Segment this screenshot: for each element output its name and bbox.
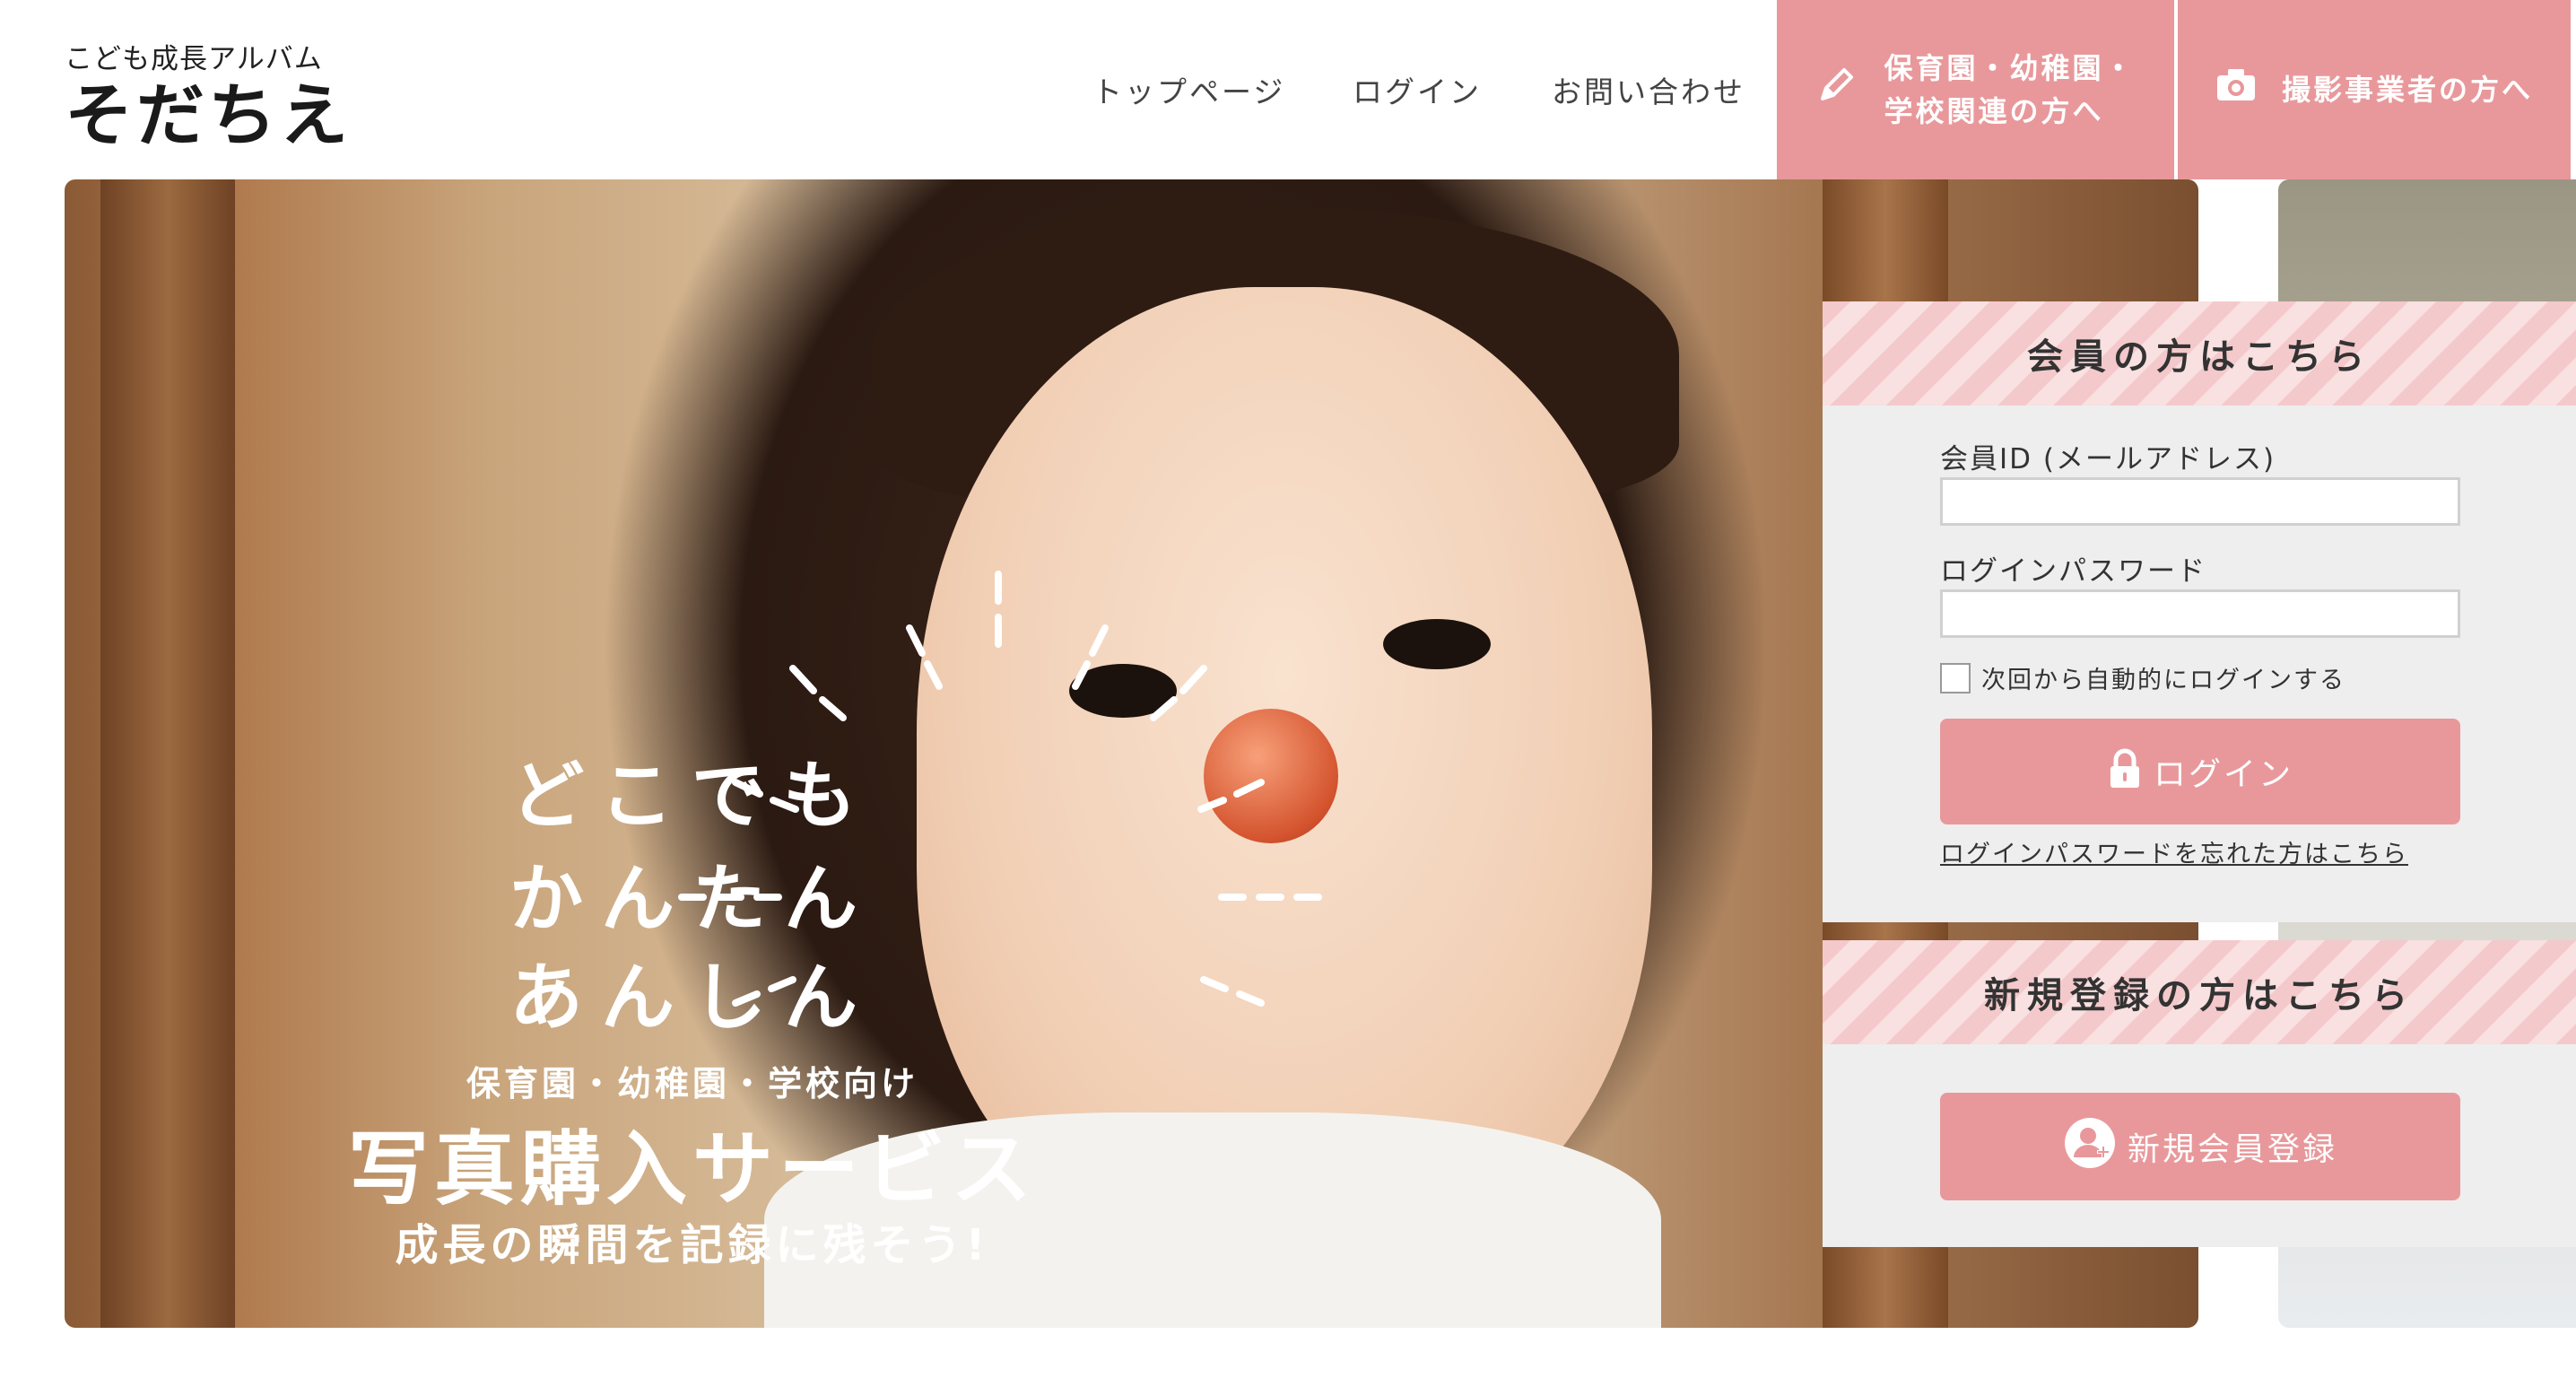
pencil-icon — [1815, 63, 1858, 118]
lock-icon — [2107, 748, 2143, 796]
school-staff-label-line1: 保育園・幼稚園・ — [1884, 51, 2136, 85]
photographer-label: 撮影事業者の方へ — [2281, 73, 2533, 107]
login-button-label: ログイン — [2153, 756, 2293, 793]
camera-icon — [2215, 66, 2257, 114]
register-panel-heading: 新規登録の方はこちら — [1823, 940, 2576, 1044]
login-button[interactable]: ログイン — [1940, 719, 2460, 824]
user-add-icon — [2063, 1116, 2117, 1178]
hero-line-anywhere: どこでも — [510, 754, 875, 839]
auto-login-checkbox[interactable] — [1940, 662, 1971, 694]
password-input[interactable] — [1940, 589, 2460, 638]
register-button-label: 新規会員登録 — [2127, 1131, 2337, 1168]
hero-subtitle: 保育園・幼稚園・学校向け — [466, 1064, 918, 1103]
auto-login-option[interactable]: 次回から自動的にログインする — [1940, 660, 2345, 695]
photographer-button[interactable]: 撮影事業者の方へ — [2178, 0, 2571, 179]
nav-login[interactable]: ログイン — [1353, 68, 1482, 111]
site-logo[interactable]: こども成長アルバム そだちえ — [65, 41, 352, 156]
logo-subtitle: こども成長アルバム — [65, 43, 323, 75]
hero-tagline: 成長の瞬間を記録に残そう! — [395, 1220, 990, 1270]
login-panel-heading: 会員の方はこちら — [1823, 301, 2576, 406]
login-panel: 会員の方はこちら 会員ID (メールアドレス) ログインパスワード 次回から自動… — [1823, 301, 2576, 922]
hero-line-secure: あんしん — [509, 955, 875, 1041]
school-staff-label: 保育園・幼稚園・ 学校関連の方へ — [1884, 47, 2135, 133]
hero-title: 写真購入サービス — [348, 1122, 1037, 1217]
school-staff-label-line2: 学校関連の方へ — [1884, 94, 2104, 128]
register-panel: 新規登録の方はこちら 新規会員登録 — [1823, 940, 2576, 1247]
hero-line-easy: かんたん — [509, 857, 875, 942]
forgot-password-link[interactable]: ログインパスワードを忘れた方はこちら — [1940, 834, 2408, 869]
nav-top-page[interactable]: トップページ — [1092, 68, 1285, 111]
member-id-input[interactable] — [1940, 477, 2460, 526]
member-id-label: 会員ID (メールアドレス) — [1940, 443, 2276, 475]
password-label: ログインパスワード — [1940, 555, 2206, 588]
nav-contact[interactable]: お問い合わせ — [1552, 68, 1745, 111]
register-button[interactable]: 新規会員登録 — [1940, 1093, 2460, 1200]
school-staff-button[interactable]: 保育園・幼稚園・ 学校関連の方へ — [1777, 0, 2174, 179]
auto-login-label: 次回から自動的にログインする — [1981, 667, 2345, 694]
logo-title: そだちえ — [65, 75, 352, 155]
